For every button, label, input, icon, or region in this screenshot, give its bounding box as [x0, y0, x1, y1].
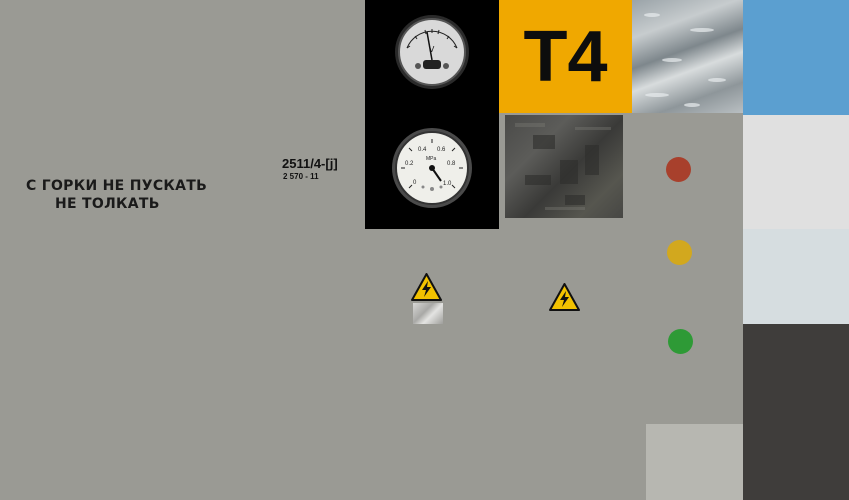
voltmeter-unit: V — [429, 45, 435, 54]
signal-light-green — [668, 329, 693, 354]
gauge-tick-2: 0.4 — [418, 147, 427, 153]
serial-number: 2511/4-[j] — [282, 156, 338, 171]
water-texture-image — [632, 0, 743, 113]
gauge-tick-4: 0.8 — [447, 161, 456, 167]
stencil-line-2: НЕ ТОЛКАТЬ — [55, 196, 160, 212]
gauge-tick-1: 0.2 — [405, 161, 414, 167]
swatch-light-gray — [743, 115, 849, 229]
pressure-gauge-panel: 0 0.2 0.4 0.6 0.8 1.0 MPa — [365, 113, 499, 229]
voltmeter-icon: V — [395, 15, 469, 89]
signal-light-red — [666, 157, 691, 182]
stencil-line-1: С ГОРКИ НЕ ПУСКАТЬ — [26, 178, 208, 194]
gauge-tick-5: 1.0 — [443, 181, 452, 187]
swatch-pale-blue-gray — [743, 229, 849, 324]
high-voltage-warning-icon — [411, 273, 442, 301]
high-voltage-warning-icon — [549, 283, 580, 311]
grime-texture-image — [505, 115, 623, 218]
voltmeter-panel: V — [365, 0, 499, 113]
pressure-gauge-icon: 0 0.2 0.4 0.6 0.8 1.0 MPa — [392, 128, 472, 208]
route-plate-label: T4 — [523, 16, 608, 97]
signal-light-yellow — [667, 240, 692, 265]
gray-panel — [646, 424, 743, 500]
swatch-dark-gray — [743, 324, 849, 500]
gauge-unit: MPa — [426, 156, 437, 162]
serial-sub-number: 2 570 - 11 — [283, 172, 319, 181]
route-plate: T4 — [499, 0, 632, 113]
swatch-blue — [743, 0, 849, 115]
gauge-tick-3: 0.6 — [437, 147, 446, 153]
paper-texture-image — [413, 303, 443, 324]
